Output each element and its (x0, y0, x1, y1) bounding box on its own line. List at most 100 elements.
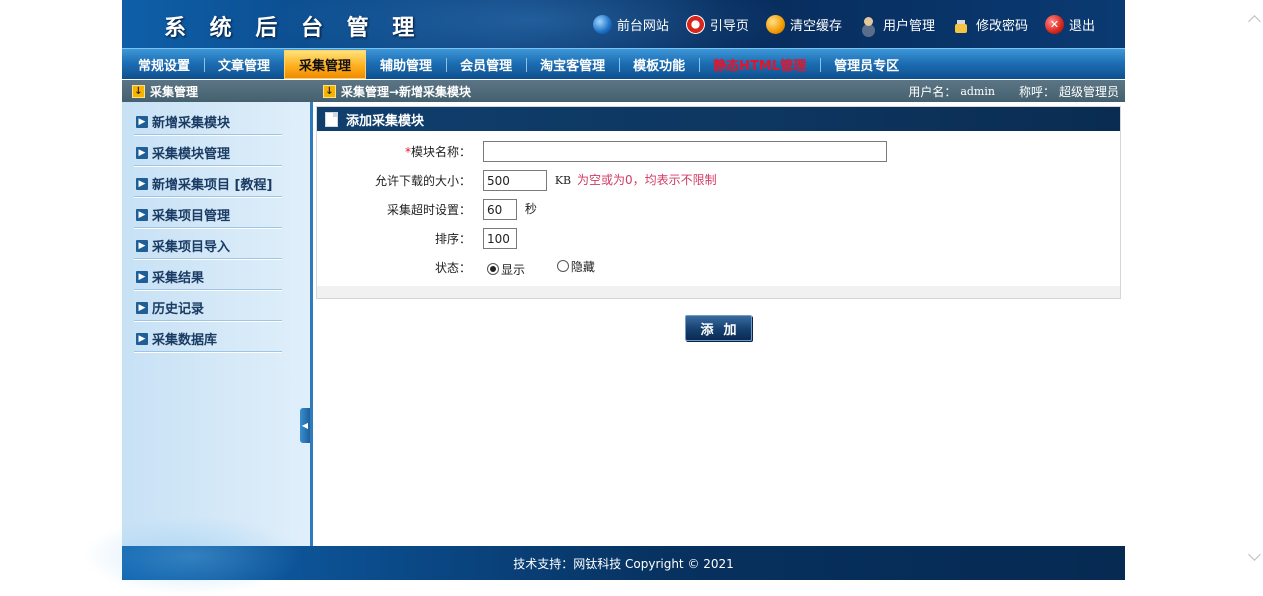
radio-checked-icon (487, 263, 499, 275)
guide-page-link[interactable]: 引导页 (685, 14, 749, 34)
sidebar-item-label: 采集数据库 (152, 333, 218, 348)
panel-title: 添加采集模块 (346, 113, 425, 129)
role-value: 超级管理员 (1058, 84, 1119, 99)
download-size-input[interactable] (483, 170, 547, 191)
sidebar-item-label: 采集结果 (152, 271, 205, 286)
user-manage-label: 用户管理 (882, 18, 935, 34)
sidebar-item-collect-module-manage[interactable]: ▶ 采集模块管理 (122, 137, 310, 168)
sort-order-input[interactable] (483, 228, 517, 249)
order-label: 排序： (434, 232, 471, 246)
sub-bar: ↓ 采集管理 ↓ 采集管理→新增采集模块 用户名： admin 称呼： 超级管理… (122, 80, 1125, 102)
sidebar-item-label: 采集模块管理 (152, 147, 231, 162)
status-hide-radio[interactable]: 隐藏 (553, 258, 595, 275)
nav-collect-manage[interactable]: 采集管理 (284, 49, 367, 79)
logout-link[interactable]: ✕ 退出 (1044, 14, 1095, 34)
breadcrumb-text: 采集管理→新增采集模块 (341, 84, 472, 99)
admin-window: 系 统 后 台 管 理 前台网站 引导页 清空缓存 用户管理 修改密码 ✕ 退出… (82, 0, 1125, 596)
change-password-label: 修改密码 (975, 18, 1028, 34)
globe-icon (592, 14, 612, 34)
button-row: 添加 (316, 315, 1121, 341)
nav-general-settings[interactable]: 常规设置 (124, 50, 204, 79)
down-arrow-icon: ↓ (323, 84, 336, 98)
sidebar-item-collect-database[interactable]: ▶ 采集数据库 (122, 323, 310, 354)
clear-cache-link[interactable]: 清空缓存 (765, 14, 842, 34)
arrow-right-icon: ▶ (136, 332, 148, 345)
nav-static-html-manage[interactable]: 静态HTML管理 (699, 50, 820, 79)
breadcrumb: ↓ 采集管理→新增采集模块 用户名： admin 称呼： 超级管理员 (317, 80, 1125, 102)
site-title: 系 统 后 台 管 理 (164, 15, 423, 41)
sidebar-item-label: 新增采集模块 (152, 116, 231, 131)
front-site-link[interactable]: 前台网站 (592, 14, 669, 34)
timeout-field-cell: 秒 (483, 195, 1120, 224)
nav-template-functions[interactable]: 模板功能 (619, 50, 699, 79)
top-links: 前台网站 引导页 清空缓存 用户管理 修改密码 ✕ 退出 (576, 0, 1095, 48)
arrow-right-icon: ▶ (136, 115, 148, 128)
orange-ball-icon (765, 14, 785, 34)
status-hide-label: 隐藏 (570, 259, 595, 274)
clear-cache-label: 清空缓存 (789, 18, 842, 34)
status-field-cell: 显示 隐藏 (483, 253, 1120, 282)
nav-taobaoke-manage[interactable]: 淘宝客管理 (526, 50, 619, 79)
nav-auxiliary-manage[interactable]: 辅助管理 (366, 50, 446, 79)
sidebar-item-label: 新增采集项目 [教程] (152, 178, 273, 193)
sidebar-item-add-collect-module[interactable]: ▶ 新增采集模块 (122, 106, 310, 137)
add-button[interactable]: 添加 (685, 315, 752, 341)
sidebar-item-label: 历史记录 (152, 302, 205, 317)
form-row-size: 允许下载的大小： KB 为空或为0，均表示不限制 (317, 166, 1120, 195)
sidebar-section-title: ↓ 采集管理 (122, 80, 310, 102)
module-name-input[interactable] (483, 141, 887, 162)
arrow-right-icon: ▶ (136, 177, 148, 190)
form-row-name: *模块名称： (317, 137, 1120, 166)
document-icon (325, 111, 338, 127)
form-row-order: 排序： (317, 224, 1120, 253)
arrow-right-icon: ▶ (136, 146, 148, 159)
user-info: 用户名： admin 称呼： 超级管理员 (904, 80, 1119, 102)
size-unit: KB (554, 174, 572, 187)
username-value: admin (960, 84, 995, 98)
user-icon (859, 15, 878, 34)
status-show-label: 显示 (501, 262, 526, 277)
sidebar-item-collect-project-import[interactable]: ▶ 采集项目导入 (122, 230, 310, 261)
status-show-radio[interactable]: 显示 (483, 261, 525, 278)
arrow-right-icon: ▶ (136, 239, 148, 252)
chevron-left-icon: ◀ (301, 421, 309, 430)
main-nav: 常规设置 文章管理 采集管理 辅助管理 会员管理 淘宝客管理 模板功能 静态HT… (122, 48, 1125, 79)
timeout-unit: 秒 (524, 202, 537, 216)
username-label: 用户名： (908, 84, 957, 99)
scroll-up-icon[interactable] (1248, 15, 1261, 28)
guide-page-label: 引导页 (709, 18, 749, 34)
sidebar: ▶ 新增采集模块 ▶ 采集模块管理 ▶ 新增采集项目 [教程] ▶ 采集项目管理… (122, 102, 310, 546)
timeout-label: 采集超时设置： (386, 203, 471, 217)
main-content: 添加采集模块 *模块名称： 允许下载的大小： KB 为空或为0， (316, 106, 1121, 341)
logout-label: 退出 (1068, 18, 1095, 34)
sidebar-collapse-handle[interactable]: ◀ (300, 408, 310, 443)
nav-admin-zone[interactable]: 管理员专区 (820, 50, 913, 79)
section-label: 采集管理 (150, 84, 199, 99)
sidebar-item-collect-project-manage[interactable]: ▶ 采集项目管理 (122, 199, 310, 230)
close-icon: ✕ (1044, 14, 1064, 34)
sidebar-item-collect-results[interactable]: ▶ 采集结果 (122, 261, 310, 292)
top-header: 系 统 后 台 管 理 前台网站 引导页 清空缓存 用户管理 修改密码 ✕ 退出 (122, 0, 1125, 48)
nav-article-manage[interactable]: 文章管理 (204, 50, 284, 79)
sidebar-item-history[interactable]: ▶ 历史记录 (122, 292, 310, 323)
sidebar-item-label: 采集项目管理 (152, 209, 231, 224)
radio-unchecked-icon (556, 260, 569, 272)
role-label: 称呼： (1018, 84, 1055, 99)
panel-header: 添加采集模块 (317, 107, 1120, 131)
change-password-link[interactable]: 修改密码 (952, 15, 1028, 34)
size-field-cell: KB 为空或为0，均表示不限制 (483, 166, 1120, 195)
page-footer: 技术支持：网钛科技 Copyright © 2021 (82, 516, 1125, 596)
lock-icon (952, 15, 971, 34)
page-scrollbar[interactable] (1246, 0, 1263, 580)
order-field-cell (483, 224, 1120, 253)
sidebar-divider (310, 102, 313, 546)
front-site-label: 前台网站 (616, 18, 669, 34)
footer-text: 技术支持：网钛科技 Copyright © 2021 (513, 556, 734, 571)
user-manage-link[interactable]: 用户管理 (859, 15, 935, 34)
size-label: 允许下载的大小： (374, 174, 471, 188)
nav-member-manage[interactable]: 会员管理 (446, 50, 526, 79)
name-label-cell: *模块名称： (317, 137, 483, 166)
timeout-input[interactable] (483, 199, 517, 220)
scroll-down-icon[interactable] (1248, 548, 1261, 561)
sidebar-item-add-collect-project[interactable]: ▶ 新增采集项目 [教程] (122, 168, 310, 199)
